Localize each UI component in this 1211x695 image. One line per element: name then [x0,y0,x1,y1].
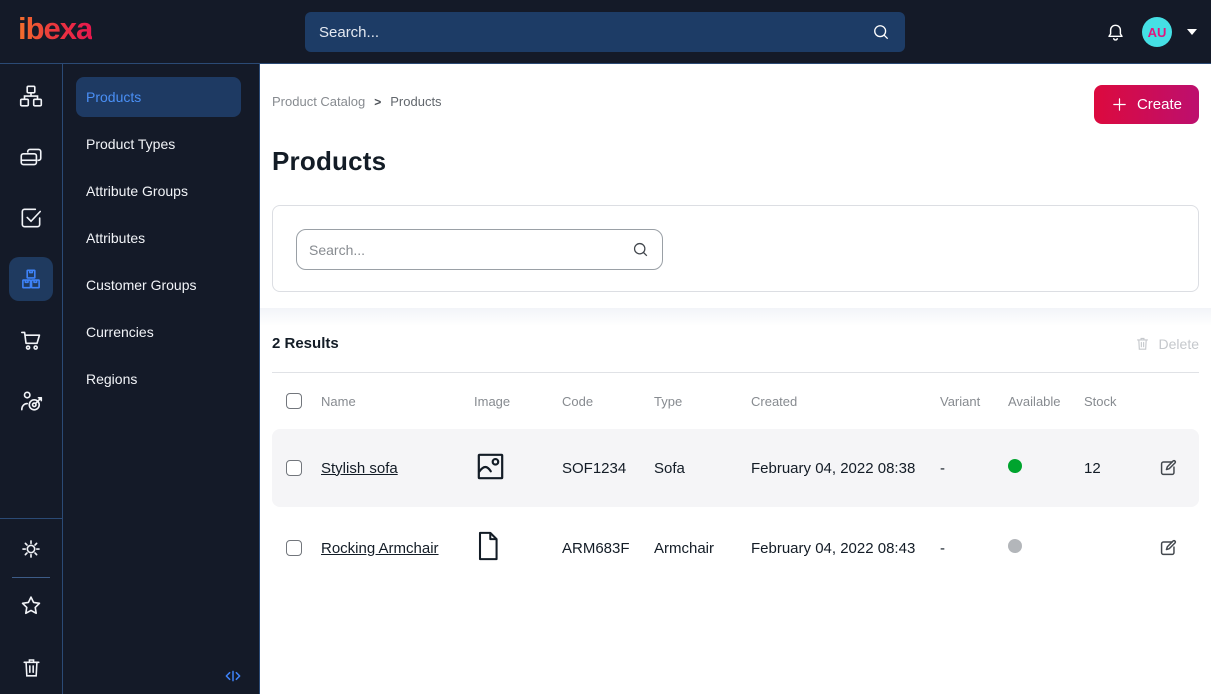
commerce-cart-icon[interactable] [9,318,53,362]
edit-pencil-icon [1160,459,1177,476]
delete-button[interactable]: Delete [1134,335,1199,352]
sidebar-item-product-types[interactable]: Product Types [76,124,241,164]
create-button-label: Create [1136,96,1182,113]
sidebar-item-customer-groups[interactable]: Customer Groups [76,265,241,305]
chevron-down-icon[interactable] [1187,29,1197,35]
breadcrumb-separator: > [374,94,382,109]
product-stock: 12 [1084,459,1101,477]
task-check-icon[interactable] [9,196,53,240]
app-root: ibexa AU [0,0,1211,694]
column-header-created: Created [751,393,798,409]
row-checkbox[interactable] [286,540,302,556]
rail-divider [12,577,50,578]
table-row: Stylish sofa SOF1234 Sofa February 04, 2… [272,429,1199,507]
main-menu-rail [0,64,63,694]
product-type: Sofa [654,459,685,477]
ibexa-logo[interactable]: ibexa [18,11,93,47]
edit-button[interactable] [1157,537,1179,559]
column-header-image: Image [474,393,511,409]
filter-search [296,229,663,270]
results-count: 2 Results [272,335,339,352]
main-content: Product Catalog > Products Create Produc… [260,64,1211,694]
column-header-stock: Stock [1084,393,1117,409]
product-name-link[interactable]: Stylish sofa [321,460,398,477]
product-created: February 04, 2022 08:43 [751,539,916,557]
sidebar-collapse-icon[interactable] [223,666,243,686]
row-checkbox[interactable] [286,460,302,476]
product-code: SOF1234 [562,459,627,477]
filter-search-input[interactable] [297,241,631,258]
product-created: February 04, 2022 08:38 [751,459,916,477]
plus-icon [1113,98,1126,111]
global-search [305,12,905,52]
column-header-available: Available [1008,393,1061,409]
star-bookmarks-icon[interactable] [9,584,53,628]
avatar[interactable]: AU [1142,17,1172,47]
product-variant: - [940,459,945,477]
file-icon [474,530,562,566]
column-header-code: Code [562,393,594,409]
table-header-row: Name Image Code Type Created Variant Ava… [272,373,1199,429]
edit-button[interactable] [1157,457,1179,479]
personalization-target-icon[interactable] [9,379,53,423]
topbar: ibexa AU [0,0,1211,64]
products-table: Name Image Code Type Created Variant Ava… [272,372,1199,587]
filter-panel [272,205,1199,292]
secondary-menu: Products Product Types Attribute Groups … [63,64,260,694]
pages-icon[interactable] [9,135,53,179]
rail-bottom-group [0,518,62,694]
search-icon[interactable] [631,240,650,259]
layout: Products Product Types Attribute Groups … [0,64,1211,694]
available-status-dot [1008,459,1022,473]
sidebar-item-products[interactable]: Products [76,77,241,117]
notifications-bell-icon[interactable] [1104,21,1127,44]
breadcrumb-product-catalog[interactable]: Product Catalog [272,94,365,109]
sidebar-item-regions[interactable]: Regions [76,359,241,399]
sidebar-item-attributes[interactable]: Attributes [76,218,241,258]
sidebar-item-attribute-groups[interactable]: Attribute Groups [76,171,241,211]
sidebar-item-currencies[interactable]: Currencies [76,312,241,352]
table-row: Rocking Armchair ARM683F Armchair Februa… [272,509,1199,587]
product-type: Armchair [654,539,715,557]
column-header-variant: Variant [940,393,981,409]
content-sitemap-icon[interactable] [9,74,53,118]
topbar-right-controls: AU [1104,0,1197,64]
column-header-name: Name [321,393,356,409]
create-button[interactable]: Create [1093,85,1199,124]
global-search-input[interactable] [305,23,871,41]
breadcrumb-products[interactable]: Products [390,94,441,109]
column-header-type: Type [654,393,683,409]
product-catalog-boxes-icon[interactable] [9,257,53,301]
product-code: ARM683F [562,539,630,557]
delete-button-label: Delete [1158,335,1199,352]
product-variant: - [940,539,945,557]
trash-icon[interactable] [9,645,53,689]
breadcrumb: Product Catalog > Products [272,94,1199,109]
results-top-fade [260,308,1211,326]
available-status-dot [1008,539,1022,553]
edit-pencil-icon [1160,539,1177,556]
image-icon [474,450,562,487]
gear-icon[interactable] [9,527,53,571]
search-icon[interactable] [871,22,891,42]
trash-icon [1136,337,1148,350]
product-name-link[interactable]: Rocking Armchair [321,540,439,557]
results-bar: 2 Results Delete [272,335,1199,352]
page-title: Products [272,146,387,176]
select-all-checkbox[interactable] [286,393,302,409]
